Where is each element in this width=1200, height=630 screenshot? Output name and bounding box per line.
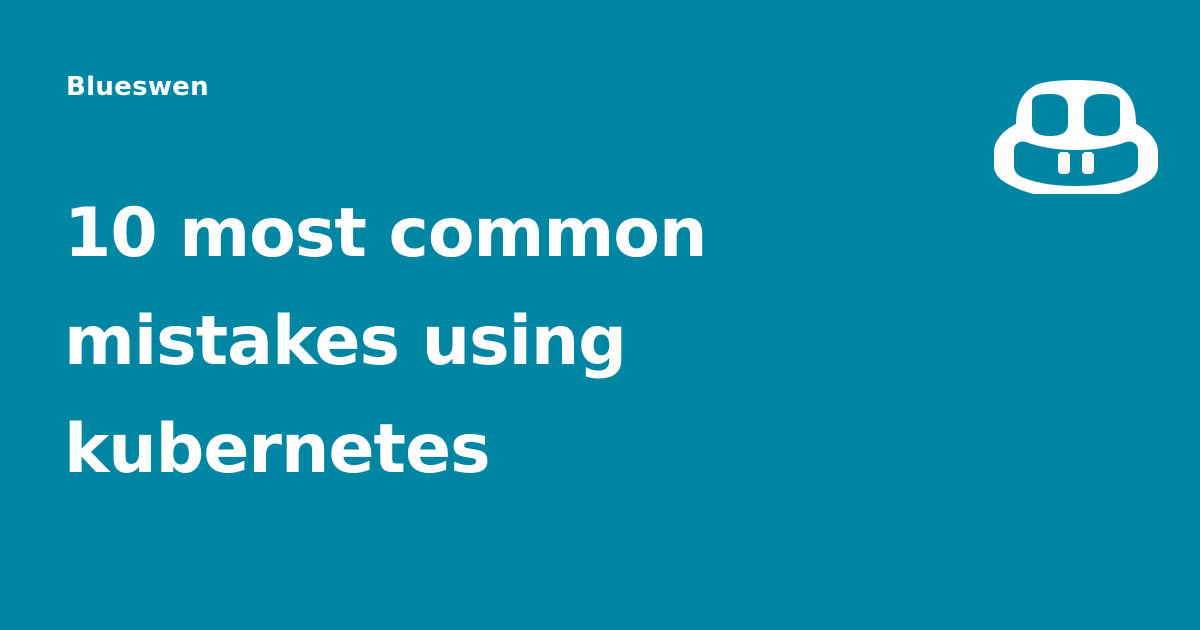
copilot-face-icon: [986, 74, 1166, 194]
site-name: Blueswen: [66, 72, 209, 102]
article-title: 10 most common mistakes using kubernetes: [64, 180, 824, 504]
article-title-line-3: kubernetes: [64, 410, 491, 489]
article-title-line-1: 10 most common: [64, 194, 707, 273]
article-title-line-2: mistakes using: [64, 302, 627, 381]
social-card: Blueswen 10 most common mistakes using k…: [0, 0, 1200, 630]
